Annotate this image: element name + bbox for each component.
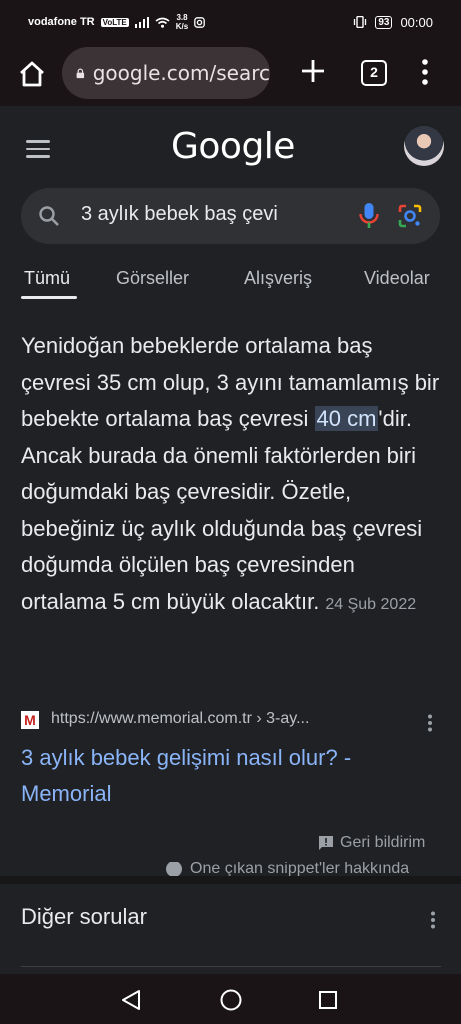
search-tabs: Tümü Görseller Alışveriş Videolar <box>0 264 461 300</box>
hamburger-menu-icon[interactable] <box>26 140 50 158</box>
net-speed-value: 3.8 <box>176 13 188 22</box>
memorial-favicon-icon: M <box>21 711 39 729</box>
back-icon[interactable] <box>120 989 142 1011</box>
net-speed-unit: K/s <box>175 22 189 31</box>
net-speed: 3.8 K/s <box>176 13 188 31</box>
about-snippets-label[interactable]: Öne çıkan snippet'ler hakkında <box>190 862 409 876</box>
home-nav-icon[interactable] <box>219 988 243 1012</box>
search-icon <box>39 206 59 226</box>
google-lens-icon[interactable] <box>396 202 424 230</box>
status-left: vodafone TR VoLTE 3.8 K/s <box>28 13 206 31</box>
tab-videos[interactable]: Videolar <box>364 268 430 289</box>
source-url[interactable]: https://www.memorial.com.tr › 3-ay... <box>51 710 309 728</box>
recent-apps-icon[interactable] <box>318 990 338 1010</box>
new-tab-icon[interactable] <box>300 58 326 84</box>
snippet-highlight: 40 cm <box>314 406 379 431</box>
separator-line <box>21 966 441 967</box>
microphone-icon[interactable] <box>358 202 380 230</box>
volte-badge: VoLTE <box>100 17 129 27</box>
result-title-link[interactable]: 3 aylık bebek gelişimi nasıl olur? - Mem… <box>21 740 431 812</box>
tab-switcher-button[interactable]: 2 <box>361 60 387 86</box>
instagram-icon <box>194 16 206 28</box>
snippet-text-after: 'dir. Ancak burada da önemli faktörlerde… <box>21 406 423 614</box>
signal-icon <box>134 16 149 28</box>
home-icon[interactable] <box>18 60 46 88</box>
status-right: 93 00:00 <box>353 15 433 30</box>
status-bar: vodafone TR VoLTE 3.8 K/s 93 00:00 <box>0 0 461 44</box>
vibrate-icon <box>354 16 367 28</box>
carrier-label: vodafone TR <box>28 16 95 28</box>
featured-snippet: Yenidoğan bebeklerde ortalama baş çevres… <box>21 328 446 623</box>
section-divider <box>0 876 461 884</box>
about-snippets-link[interactable]: Öne çıkan snippet'ler hakkında <box>166 862 409 876</box>
help-icon <box>166 862 182 876</box>
search-input[interactable]: 3 aylık bebek baş çevi <box>81 203 343 226</box>
tab-images[interactable]: Görseller <box>116 268 189 289</box>
address-text[interactable]: google.com/searc <box>93 61 270 85</box>
lock-icon <box>76 68 85 78</box>
tab-shopping[interactable]: Alışveriş <box>244 268 312 289</box>
feedback-label[interactable]: Geri bildirim <box>340 834 425 852</box>
browser-toolbar: google.com/searc 2 <box>0 44 461 106</box>
battery-indicator: 93 <box>375 15 393 29</box>
snippet-date: 24 Şub 2022 <box>325 595 417 613</box>
clock: 00:00 <box>400 14 433 30</box>
search-box[interactable]: 3 aylık bebek baş çevi <box>21 188 440 244</box>
google-logo[interactable]: Google <box>171 126 295 167</box>
feedback-link[interactable]: Geri bildirim <box>318 834 425 852</box>
system-nav-bar <box>0 974 461 1024</box>
avatar[interactable] <box>404 126 444 166</box>
address-bar[interactable]: google.com/searc <box>62 47 270 99</box>
result-source[interactable]: M https://www.memorial.com.tr › 3-ay... <box>21 708 446 734</box>
google-header: Google <box>0 106 461 190</box>
active-tab-indicator <box>21 296 77 299</box>
overflow-menu-icon[interactable] <box>420 58 430 86</box>
feedback-icon <box>319 836 333 850</box>
wifi-icon <box>155 17 170 28</box>
other-questions-more-icon[interactable] <box>430 911 436 929</box>
more-options-icon[interactable] <box>427 714 433 732</box>
other-questions-heading: Diğer sorular <box>21 904 147 929</box>
tab-all[interactable]: Tümü <box>24 268 70 289</box>
